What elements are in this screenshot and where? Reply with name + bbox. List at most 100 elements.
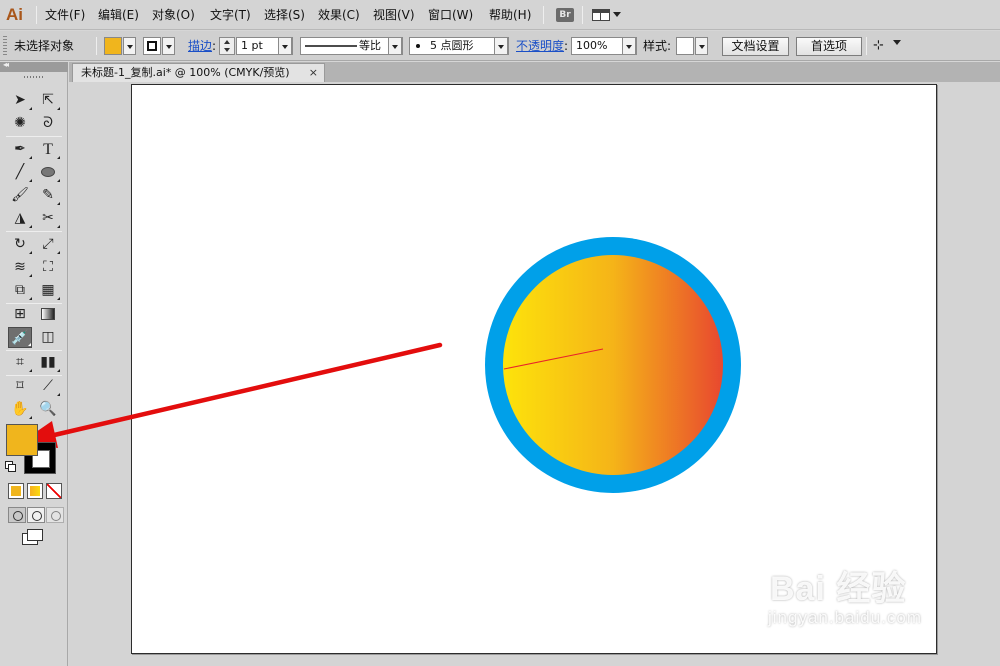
symbol-sprayer-tool-icon[interactable]: ⌗ [8, 352, 32, 373]
none-mode-icon[interactable] [46, 483, 62, 499]
type-tool-icon[interactable]: T [36, 139, 60, 160]
lasso-tool-icon[interactable]: ᘐ [36, 113, 60, 134]
stroke-weight-stepper[interactable] [219, 37, 235, 55]
default-fill-stroke-icon[interactable] [5, 461, 16, 472]
fill-swatch-icon [104, 37, 122, 55]
document-setup-button[interactable]: 文档设置 [722, 37, 789, 56]
draw-behind-icon[interactable] [27, 507, 45, 523]
artboard[interactable] [131, 84, 937, 654]
stroke-color-picker[interactable] [143, 37, 175, 55]
magic-wand-tool-icon[interactable]: ✺ [8, 113, 32, 134]
menu-effect[interactable]: 效果(C) [318, 7, 360, 23]
circle-gradient-fill [503, 255, 723, 475]
opacity-value: 100% [576, 39, 608, 52]
pencil-tool-icon[interactable]: ✎ [36, 185, 60, 206]
draw-normal-icon[interactable] [8, 507, 26, 523]
opacity-field[interactable]: 100% [571, 37, 637, 55]
gradient-circle[interactable] [484, 236, 742, 494]
draw-inside-icon[interactable] [46, 507, 64, 523]
line-segment-tool-icon[interactable]: ╱ [8, 162, 32, 183]
mesh-tool-icon[interactable]: ⊞ [8, 304, 32, 325]
scissors-tool-icon[interactable]: ✂ [36, 208, 60, 229]
blob-brush-tool-icon[interactable]: ◮ [8, 208, 32, 229]
chevron-down-icon[interactable] [893, 40, 901, 45]
illustrator-logo: Ai [6, 5, 23, 24]
menu-bar: Ai 文件(F) 编辑(E) 对象(O) 文字(T) 选择(S) 效果(C) 视… [0, 0, 1000, 30]
control-bar: 未选择对象 描边 : 1 pt 等比 5 点圆形 不透明度 : 100% 样式 … [0, 31, 1000, 61]
shape-builder-tool-icon[interactable]: ⧉ [8, 280, 32, 301]
fill-color-swatch[interactable] [6, 424, 38, 456]
screen-mode-icon[interactable] [22, 529, 44, 545]
menu-divider [36, 6, 37, 24]
variable-width-profile-select[interactable]: 等比 [300, 37, 403, 55]
chevron-down-icon [123, 37, 136, 55]
direct-selection-tool-icon[interactable]: ⇱ [36, 90, 60, 111]
fill-color-picker[interactable] [104, 37, 136, 55]
menu-select[interactable]: 选择(S) [264, 7, 305, 23]
chevron-down-icon [278, 38, 292, 54]
opacity-panel-link[interactable]: 不透明度 [516, 38, 564, 54]
stroke-swatch-icon [143, 37, 161, 55]
width-tool-icon[interactable]: ≋ [8, 257, 32, 278]
menu-divider [543, 6, 544, 24]
column-graph-tool-icon[interactable]: ▮▮ [36, 352, 60, 373]
baidu-watermark: Bai 经验 jingyan.baidu.com [768, 570, 923, 628]
graphic-style-swatch-icon [676, 37, 694, 55]
panel-grip[interactable] [3, 36, 7, 56]
brush-definition-value: 5 点圆形 [430, 39, 474, 52]
menu-file[interactable]: 文件(F) [45, 7, 85, 23]
artboard-tool-icon[interactable]: ⌑ [8, 376, 32, 397]
scale-tool-icon[interactable]: ⤢ [36, 234, 60, 255]
document-tab-title: 未标题-1_复制.ai* @ 100% (CMYK/预览) [81, 66, 290, 79]
menu-window[interactable]: 窗口(W) [428, 7, 473, 23]
tools-panel-header[interactable] [0, 60, 68, 72]
ellipse-tool-icon[interactable] [36, 162, 60, 183]
eyedropper-tool-icon[interactable]: 💉 [8, 327, 32, 348]
menu-help[interactable]: 帮助(H) [489, 7, 531, 23]
chevron-down-icon [162, 37, 175, 55]
document-tab[interactable]: 未标题-1_复制.ai* @ 100% (CMYK/预览) × [72, 63, 325, 82]
chevron-down-icon [388, 38, 402, 54]
stroke-weight-value: 1 pt [241, 39, 263, 52]
toolbar-divider [866, 37, 867, 55]
arrange-documents-icon[interactable]: ⊹ [873, 38, 884, 54]
watermark-brand: Bai 经验 [770, 570, 907, 608]
menu-object[interactable]: 对象(O) [152, 7, 195, 23]
menu-type[interactable]: 文字(T) [210, 7, 251, 23]
workspace-switcher-icon[interactable] [592, 7, 622, 23]
tools-panel: ➤ ⇱ ✺ ᘐ ✒ T ╱ 🖌 ✎ ◮ ✂ ↻ ⤢ ≋ ⛶ ⧉ ▦ ⊞ 💉 ◫ … [0, 60, 68, 666]
swap-fill-stroke-icon[interactable]: ↺ [44, 422, 53, 435]
color-mode-icon[interactable] [8, 483, 24, 499]
slice-tool-icon[interactable]: ⟋ [36, 376, 60, 397]
menu-divider [582, 6, 583, 24]
rotate-tool-icon[interactable]: ↻ [8, 234, 32, 255]
zoom-tool-icon[interactable]: 🔍 [36, 399, 60, 420]
stroke-line-icon [305, 45, 357, 47]
gradient-tool-icon[interactable] [36, 304, 60, 325]
hand-tool-icon[interactable]: ✋ [8, 399, 32, 420]
close-icon[interactable]: × [309, 64, 318, 81]
toolbar-divider [96, 37, 97, 55]
pen-tool-icon[interactable]: ✒ [8, 139, 32, 160]
tools-panel-grip[interactable] [24, 76, 44, 78]
watermark-url: jingyan.baidu.com [768, 608, 923, 627]
stroke-panel-link[interactable]: 描边 [188, 38, 212, 54]
blend-tool-icon[interactable]: ◫ [36, 327, 60, 348]
free-transform-tool-icon[interactable]: ⛶ [36, 257, 60, 278]
selection-tool-icon[interactable]: ➤ [8, 90, 32, 111]
preferences-button[interactable]: 首选项 [796, 37, 862, 56]
stroke-weight-field[interactable]: 1 pt [236, 37, 293, 55]
perspective-grid-tool-icon[interactable]: ▦ [36, 280, 60, 301]
chevron-down-icon [695, 37, 708, 55]
graphic-style-picker[interactable] [676, 37, 708, 55]
gradient-mode-icon[interactable] [27, 483, 43, 499]
document-tab-bar: 未标题-1_复制.ai* @ 100% (CMYK/预览) × [69, 62, 1000, 82]
bridge-button[interactable]: Br [556, 8, 574, 22]
selection-status: 未选择对象 [14, 39, 75, 53]
chevron-down-icon [622, 38, 636, 54]
brush-dot-icon [416, 44, 420, 48]
menu-view[interactable]: 视图(V) [373, 7, 415, 23]
brush-definition-select[interactable]: 5 点圆形 [409, 37, 509, 55]
paintbrush-tool-icon[interactable]: 🖌 [8, 185, 32, 206]
menu-edit[interactable]: 编辑(E) [98, 7, 139, 23]
